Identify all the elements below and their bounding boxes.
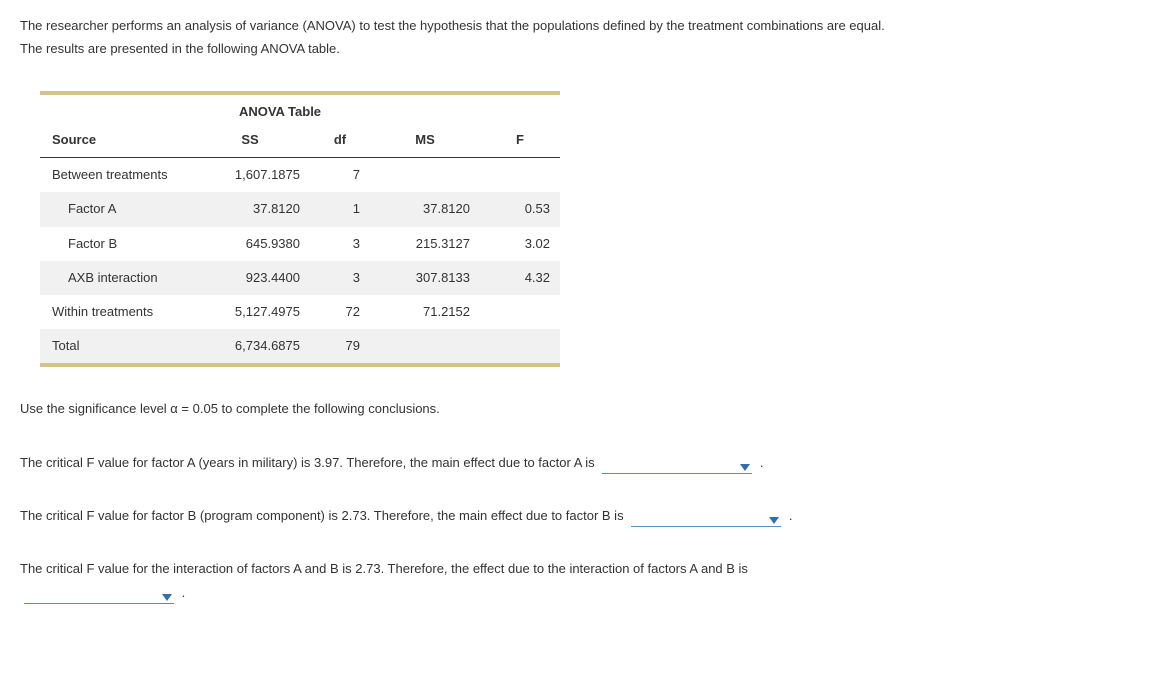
col-header-df: df [310, 123, 370, 158]
cell-ss: 6,734.6875 [190, 329, 310, 363]
intro-line-2: The results are presented in the followi… [20, 41, 340, 56]
dropdown-interaction[interactable] [24, 587, 174, 604]
cell-df: 79 [310, 329, 370, 363]
table-row: Within treatments5,127.49757271.2152 [40, 295, 560, 329]
cell-f [480, 329, 560, 363]
cell-ss: 5,127.4975 [190, 295, 310, 329]
col-header-ss: SS [190, 123, 310, 158]
table-title: ANOVA Table [190, 95, 370, 123]
col-header-ms: MS [370, 123, 480, 158]
table-row: Total6,734.687579 [40, 329, 560, 363]
table-row: AXB interaction923.44003307.81334.32 [40, 261, 560, 295]
table-row: Factor A37.8120137.81200.53 [40, 192, 560, 226]
q3-pre: The critical F value for the interaction… [20, 561, 748, 576]
table-row: Factor B645.93803215.31273.02 [40, 227, 560, 261]
cell-df: 1 [310, 192, 370, 226]
question-2: The critical F value for factor B (progr… [20, 504, 1143, 527]
cell-source: Factor B [40, 227, 190, 261]
cell-f [480, 295, 560, 329]
cell-ss: 37.8120 [190, 192, 310, 226]
cell-ms [370, 329, 480, 363]
chevron-down-icon [769, 517, 779, 524]
cell-source: Within treatments [40, 295, 190, 329]
dropdown-factor-b[interactable] [631, 510, 781, 527]
cell-df: 3 [310, 227, 370, 261]
cell-f: 3.02 [480, 227, 560, 261]
question-3: The critical F value for the interaction… [20, 557, 1143, 604]
cell-ss: 1,607.1875 [190, 158, 310, 193]
q3-post: . [182, 585, 186, 600]
cell-df: 7 [310, 158, 370, 193]
col-header-f: F [480, 123, 560, 158]
col-header-source: Source [40, 123, 190, 158]
cell-ms: 71.2152 [370, 295, 480, 329]
q1-pre: The critical F value for factor A (years… [20, 455, 598, 470]
q2-post: . [789, 508, 793, 523]
cell-f: 0.53 [480, 192, 560, 226]
cell-ms: 307.8133 [370, 261, 480, 295]
cell-ms [370, 158, 480, 193]
cell-source: Factor A [40, 192, 190, 226]
anova-table-body: Between treatments1,607.18757Factor A37.… [40, 158, 560, 364]
cell-source: Between treatments [40, 158, 190, 193]
cell-f: 4.32 [480, 261, 560, 295]
intro-paragraph: The researcher performs an analysis of v… [20, 14, 1143, 61]
cell-ss: 923.4400 [190, 261, 310, 295]
table-bottom-rule [40, 363, 560, 367]
anova-table: ANOVA Table Source SS df MS F Between tr… [40, 95, 560, 364]
cell-f [480, 158, 560, 193]
cell-ms: 37.8120 [370, 192, 480, 226]
anova-table-container: ANOVA Table Source SS df MS F Between tr… [40, 91, 560, 368]
instruction-text: Use the significance level α = 0.05 to c… [20, 397, 1143, 420]
question-1: The critical F value for factor A (years… [20, 451, 1143, 474]
cell-df: 72 [310, 295, 370, 329]
cell-ss: 645.9380 [190, 227, 310, 261]
chevron-down-icon [740, 464, 750, 471]
dropdown-factor-a[interactable] [602, 457, 752, 474]
q2-pre: The critical F value for factor B (progr… [20, 508, 627, 523]
intro-line-1: The researcher performs an analysis of v… [20, 18, 885, 33]
cell-source: Total [40, 329, 190, 363]
table-row: Between treatments1,607.18757 [40, 158, 560, 193]
chevron-down-icon [162, 594, 172, 601]
q1-post: . [760, 455, 764, 470]
cell-df: 3 [310, 261, 370, 295]
cell-source: AXB interaction [40, 261, 190, 295]
cell-ms: 215.3127 [370, 227, 480, 261]
